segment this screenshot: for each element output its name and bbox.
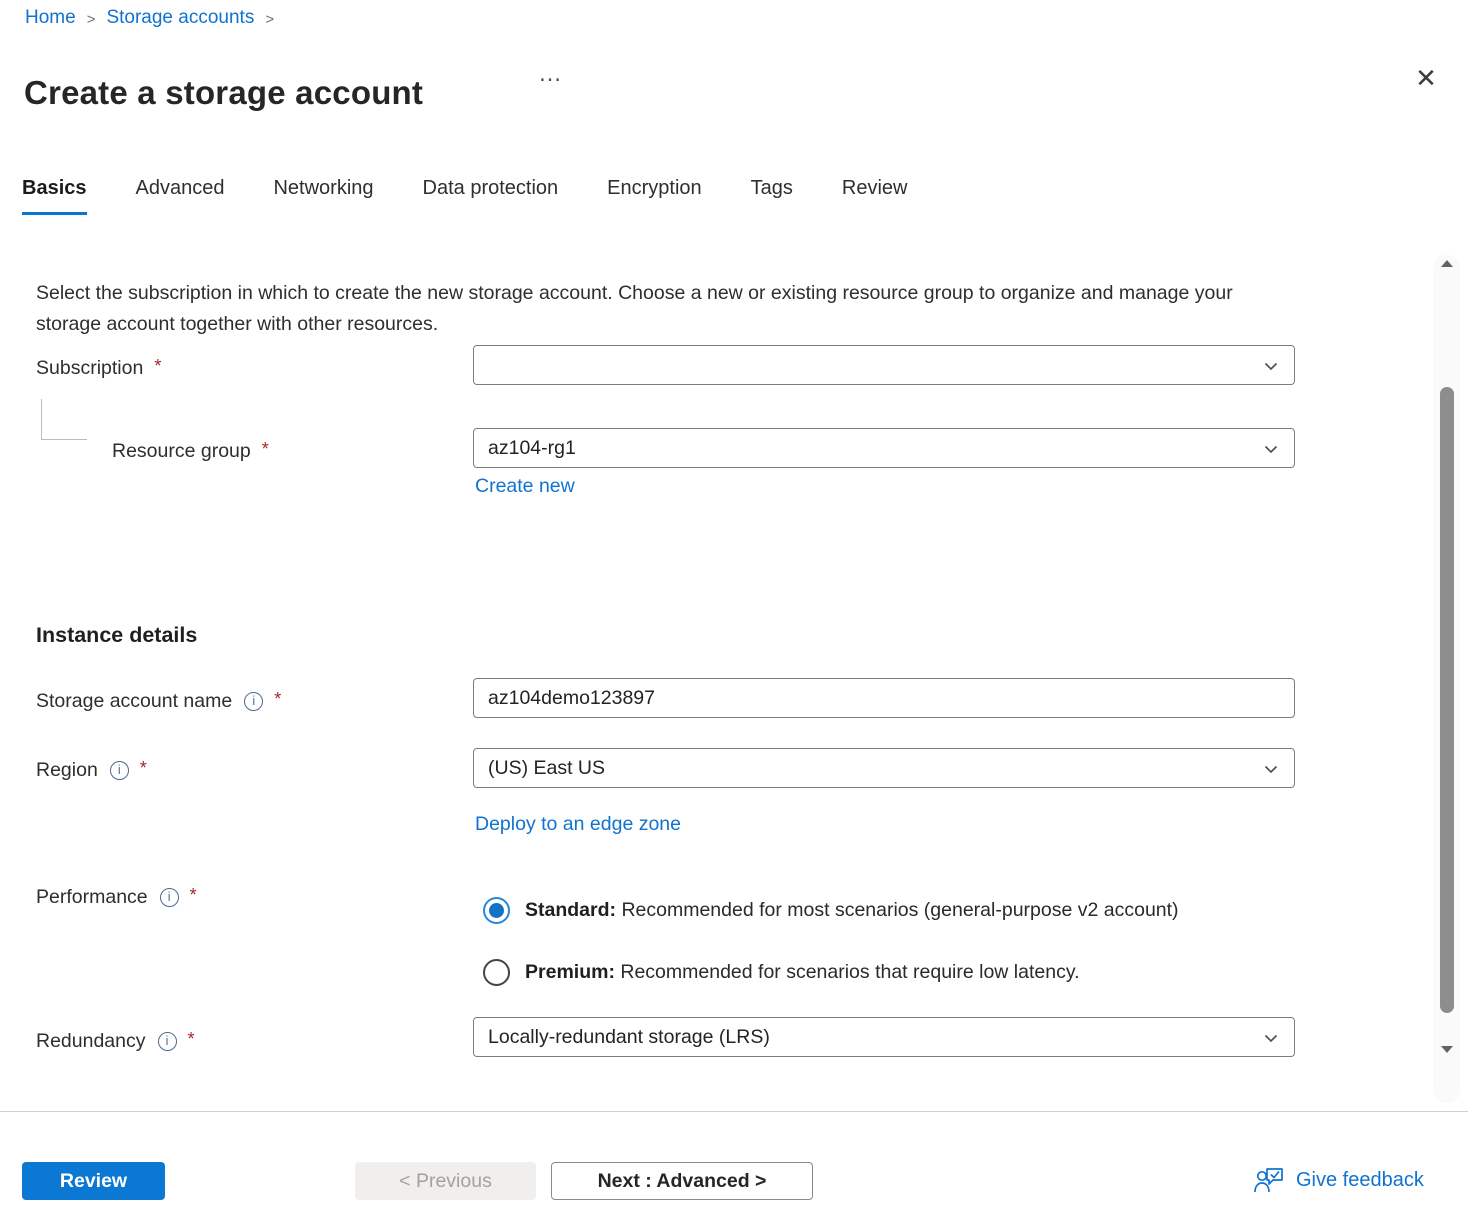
region-value: (US) East US: [488, 757, 605, 780]
redundancy-value: Locally-redundant storage (LRS): [488, 1026, 770, 1049]
feedback-icon: [1253, 1166, 1285, 1194]
info-icon[interactable]: i: [158, 1032, 177, 1051]
info-icon[interactable]: i: [244, 692, 263, 711]
performance-label: Performance i *: [36, 886, 197, 909]
tab-tags[interactable]: Tags: [751, 177, 793, 215]
chevron-down-icon: [1262, 760, 1280, 778]
tab-networking[interactable]: Networking: [273, 177, 373, 215]
give-feedback-label: Give feedback: [1296, 1169, 1424, 1192]
tab-review[interactable]: Review: [842, 177, 908, 215]
option-description: Recommended for most scenarios (general-…: [621, 899, 1178, 921]
previous-button[interactable]: < Previous: [355, 1162, 536, 1200]
option-name: Standard:: [525, 899, 616, 921]
performance-option-premium[interactable]: Premium: Recommended for scenarios that …: [483, 959, 1080, 986]
required-asterisk: *: [274, 689, 281, 710]
redundancy-dropdown[interactable]: Locally-redundant storage (LRS): [473, 1017, 1295, 1057]
create-new-link[interactable]: Create new: [475, 475, 575, 498]
radio-unselected-icon[interactable]: [483, 959, 510, 986]
scroll-down-icon[interactable]: [1441, 1046, 1453, 1053]
subscription-child-connector: [41, 399, 87, 440]
required-asterisk: *: [188, 1029, 195, 1050]
performance-option-standard[interactable]: Standard: Recommended for most scenarios…: [483, 897, 1179, 924]
storage-account-name-label: Storage account name i *: [36, 690, 281, 713]
deploy-edge-zone-link[interactable]: Deploy to an edge zone: [475, 813, 681, 836]
scrollbar-thumb[interactable]: [1440, 387, 1454, 1013]
region-label: Region i *: [36, 759, 147, 782]
basics-description: Select the subscription in which to crea…: [36, 278, 1289, 341]
required-asterisk: *: [262, 439, 269, 460]
chevron-down-icon: [1262, 357, 1280, 375]
instance-details-heading: Instance details: [36, 623, 197, 648]
option-description: Recommended for scenarios that require l…: [620, 961, 1079, 983]
required-asterisk: *: [140, 758, 147, 779]
chevron-down-icon: [1262, 440, 1280, 458]
required-asterisk: *: [190, 885, 197, 906]
tab-encryption[interactable]: Encryption: [607, 177, 702, 215]
chevron-down-icon: [1262, 1029, 1280, 1047]
breadcrumb-separator-icon: >: [87, 11, 96, 28]
subscription-dropdown[interactable]: [473, 345, 1295, 385]
info-icon[interactable]: i: [160, 888, 179, 907]
tab-data-protection[interactable]: Data protection: [423, 177, 559, 215]
create-storage-account-page: Home > Storage accounts > Create a stora…: [0, 0, 1468, 1225]
page-title: Create a storage account: [24, 74, 423, 112]
give-feedback-button[interactable]: Give feedback: [1253, 1166, 1424, 1194]
next-advanced-button[interactable]: Next : Advanced >: [551, 1162, 813, 1200]
more-menu-icon[interactable]: …: [538, 60, 564, 88]
resource-group-dropdown[interactable]: az104-rg1: [473, 428, 1295, 468]
review-button[interactable]: Review: [22, 1162, 165, 1200]
resource-group-label: Resource group *: [112, 440, 269, 463]
breadcrumb-home-link[interactable]: Home: [25, 7, 76, 29]
wizard-tabs: Basics Advanced Networking Data protecti…: [22, 177, 907, 215]
required-asterisk: *: [154, 356, 161, 377]
radio-selected-icon[interactable]: [483, 897, 510, 924]
storage-account-name-input[interactable]: [473, 678, 1295, 718]
subscription-label: Subscription *: [36, 357, 161, 380]
close-icon[interactable]: ✕: [1406, 58, 1446, 98]
tab-basics[interactable]: Basics: [22, 177, 87, 215]
info-icon[interactable]: i: [110, 761, 129, 780]
breadcrumb-separator-icon: >: [265, 11, 274, 28]
resource-group-value: az104-rg1: [488, 437, 576, 460]
region-dropdown[interactable]: (US) East US: [473, 748, 1295, 788]
breadcrumb-storage-accounts-link[interactable]: Storage accounts: [106, 7, 254, 29]
option-name: Premium:: [525, 961, 615, 983]
scroll-up-icon[interactable]: [1441, 260, 1453, 267]
breadcrumb: Home > Storage accounts >: [25, 7, 285, 29]
redundancy-label: Redundancy i *: [36, 1030, 195, 1053]
tab-advanced[interactable]: Advanced: [136, 177, 225, 215]
footer-divider: [0, 1111, 1468, 1112]
